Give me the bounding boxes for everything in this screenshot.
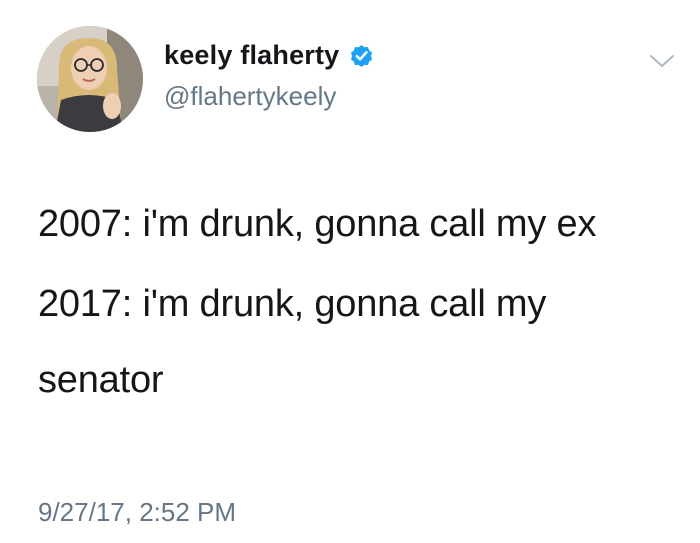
tweet-card: keely flaherty @flahertykeely 2007: i'm … [0, 0, 700, 543]
tweet-text: 2007: i'm drunk, gonna call my ex 2017: … [38, 186, 658, 418]
tweet-timestamp[interactable]: 9/27/17, 2:52 PM [38, 496, 236, 528]
author-name-row[interactable]: keely flaherty [164, 38, 375, 72]
verified-badge-icon [348, 42, 375, 69]
tweet-paragraph: 2007: i'm drunk, gonna call my ex [38, 203, 597, 245]
user-handle[interactable]: @flahertykeely [164, 80, 336, 112]
display-name[interactable]: keely flaherty [164, 38, 339, 72]
avatar-photo [37, 26, 143, 132]
tweet-paragraph: 2017: i'm drunk, gonna call my senator [38, 283, 547, 401]
chevron-down-icon[interactable] [649, 53, 675, 69]
avatar[interactable] [37, 26, 143, 132]
